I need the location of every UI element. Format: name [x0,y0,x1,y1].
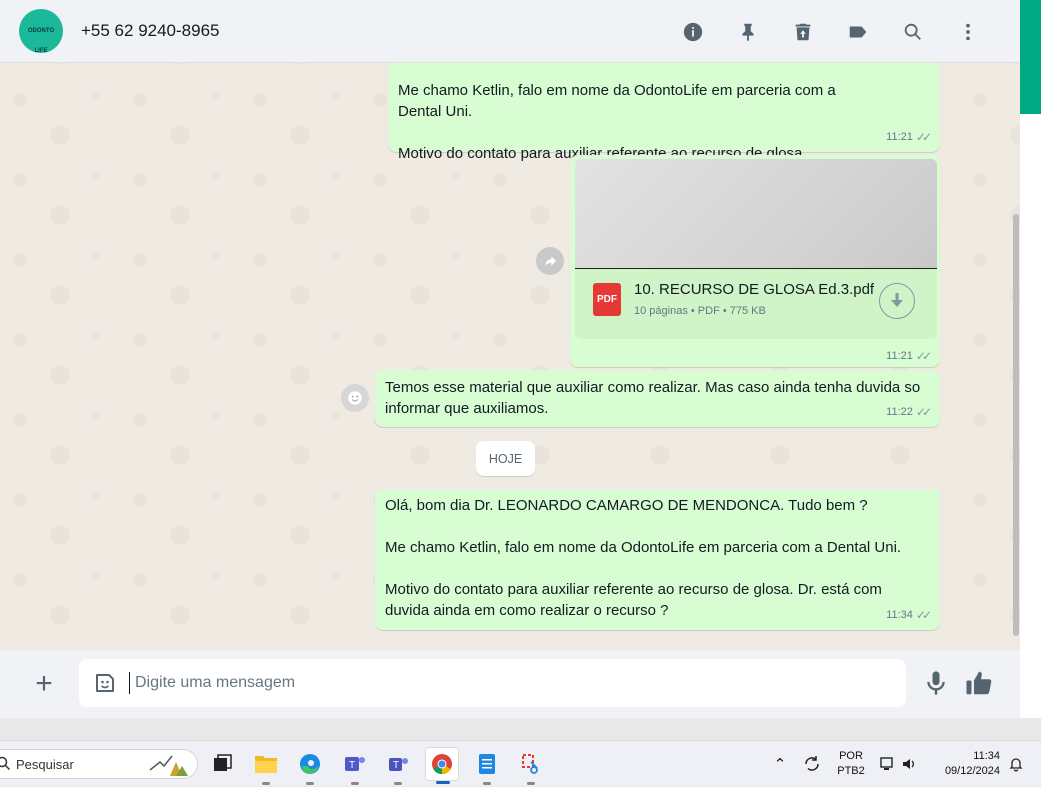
whatsapp-window: ODONTO LIFE +55 62 9240-8965 Me chamo Ke… [0,0,1020,718]
message-text: Olá, bom dia Dr. LEONARDO CAMARGO DE MEN… [385,497,902,619]
thumbs-up-icon[interactable] [963,668,995,698]
running-indicator [351,782,359,785]
document-info[interactable]: PDF 10. RECURSO DE GLOSA Ed.3.pdf 10 pág… [575,269,937,339]
taskbar-edge[interactable] [293,747,327,785]
info-icon[interactable] [665,12,720,52]
running-indicator [527,782,535,785]
message-outgoing[interactable]: Me chamo Ketlin, falo em nome da OdontoL… [388,63,940,162]
taskbar-chrome[interactable] [425,747,459,784]
taskbar-teams[interactable]: T [381,747,415,785]
tray-overflow-icon[interactable]: ⌃ [770,741,790,787]
message-meta: 11:21 ✓✓ [886,127,932,148]
chrome-icon [432,754,452,775]
teams-icon: T [345,757,365,771]
menu-icon[interactable] [940,12,995,52]
notepad-icon [479,754,495,774]
network-icon[interactable] [877,741,897,787]
forward-icon[interactable] [536,247,564,275]
read-ticks-icon: ✓✓ [915,608,932,622]
volume-icon[interactable] [899,741,919,787]
scrollbar-thumb[interactable] [1013,214,1019,636]
download-icon[interactable] [879,283,915,319]
search-highlight-icon [149,755,188,776]
read-ticks-icon: ✓✓ [915,130,932,144]
pin-icon[interactable] [720,12,775,52]
running-indicator [306,782,314,785]
clock-date: 09/12/2024 [944,765,1000,777]
header-actions [665,0,995,63]
side-panel-edge [1020,0,1041,718]
taskbar-task-view[interactable] [205,747,239,781]
avatar[interactable]: ODONTO LIFE [19,9,63,54]
running-indicator [262,782,270,785]
avatar-logo: ODONTO LIFE [27,28,55,54]
language-indicator[interactable]: POR PTB2 [832,741,870,787]
label-icon[interactable] [830,12,885,52]
notifications-icon[interactable] [1005,741,1027,787]
date-divider: HOJE [476,441,535,476]
language-code: POR [839,750,863,762]
message-input[interactable] [135,659,885,707]
taskbar-file-explorer[interactable] [249,747,283,785]
delete-icon[interactable] [775,12,830,52]
taskbar-notepad[interactable] [470,747,504,785]
message-outgoing[interactable]: Olá, bom dia Dr. LEONARDO CAMARGO DE MEN… [375,490,940,630]
accent-bar [1020,0,1041,114]
document-meta: 10 páginas • PDF • 775 KB [634,305,766,317]
message-meta: 11:21 ✓✓ [886,349,932,363]
message-meta: 11:34 ✓✓ [886,605,932,626]
composer: + [0,650,1020,718]
document-preview[interactable] [575,159,937,269]
svg-text:T: T [393,760,399,771]
taskbar-teams-classic[interactable]: T [338,747,372,785]
svg-text:T: T [349,760,355,771]
message-time: 11:34 [886,609,913,621]
document-name: 10. RECURSO DE GLOSA Ed.3.pdf [634,281,875,298]
running-indicator [436,781,450,784]
keyboard-layout: PTB2 [837,765,865,777]
taskbar-search[interactable]: Pesquisar [0,749,198,779]
message-text: Temos esse material que auxiliar como re… [385,379,925,417]
sticker-icon[interactable] [93,671,117,695]
snipping-tool-icon [522,754,538,774]
folder-icon [255,756,277,773]
contact-name[interactable]: +55 62 9240-8965 [81,21,220,41]
message-meta: 11:22 ✓✓ [886,402,932,423]
system-clock[interactable]: 11:34 09/12/2024 [930,741,1000,787]
windows-taskbar: Pesquisar T T ⌃ POR PTB2 11:34 09/12/202… [0,740,1041,786]
emoji-reaction-icon[interactable] [341,384,369,412]
pdf-file-icon: PDF [593,283,621,316]
text-caret [129,672,130,694]
mic-icon[interactable] [922,668,950,698]
search-icon [0,756,11,771]
search-label: Pesquisar [16,757,74,772]
message-text: Me chamo Ketlin, falo em nome da OdontoL… [398,82,836,162]
chat-scrollbar[interactable] [1012,66,1020,646]
teams-icon: T [389,758,408,771]
edge-icon [300,754,320,774]
read-ticks-icon: ✓✓ [915,349,932,363]
clock-time: 11:34 [973,750,1000,762]
chat-header: ODONTO LIFE +55 62 9240-8965 [0,0,1020,63]
running-indicator [483,782,491,785]
message-time: 11:21 [886,350,913,362]
taskbar-snipping-tool[interactable] [514,747,548,785]
read-ticks-icon: ✓✓ [915,405,932,419]
tray-sync-icon[interactable] [800,741,824,787]
running-indicator [394,782,402,785]
search-icon[interactable] [885,12,940,52]
plus-icon[interactable]: + [28,668,60,700]
task-view-icon [214,754,232,771]
message-time: 11:21 [886,131,913,143]
message-time: 11:22 [886,406,913,418]
message-input-box[interactable] [79,659,906,707]
message-outgoing[interactable]: Temos esse material que auxiliar como re… [375,370,940,427]
message-document[interactable]: PDF 10. RECURSO DE GLOSA Ed.3.pdf 10 pág… [570,155,940,367]
